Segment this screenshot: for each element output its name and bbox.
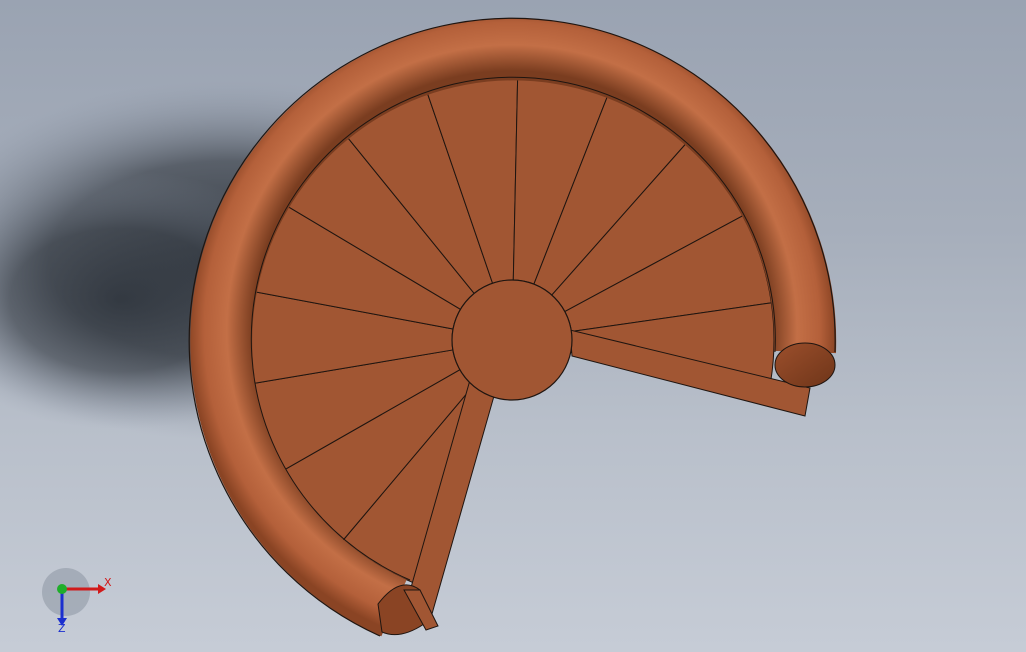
triad-y-axis — [57, 584, 67, 594]
triad-z-label: Z — [58, 622, 66, 635]
handrail-top-end-cap — [774, 342, 836, 388]
center-column[interactable] — [451, 279, 573, 401]
graphics-viewport[interactable]: X Z — [0, 0, 1026, 652]
orientation-triad[interactable]: X Z — [42, 568, 112, 635]
model-canvas[interactable]: X Z — [0, 0, 1026, 652]
spiral-staircase-model[interactable] — [188, 17, 837, 637]
triad-x-label: X — [104, 576, 112, 589]
